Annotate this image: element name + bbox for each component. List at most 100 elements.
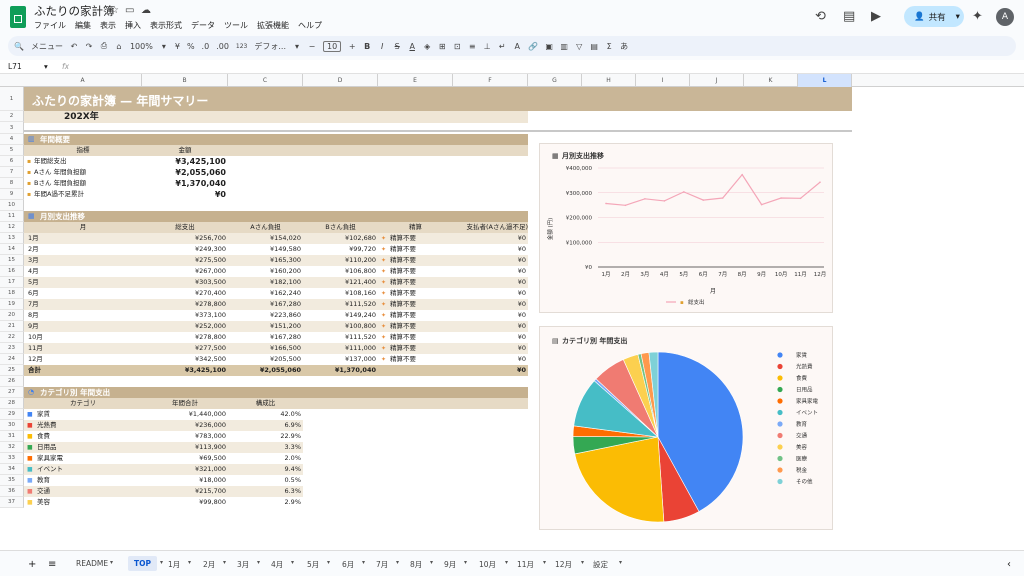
- zoom-select[interactable]: 100%: [130, 42, 153, 51]
- sheets-logo-icon[interactable]: [10, 6, 26, 28]
- sheet-tab[interactable]: 1月: [168, 559, 180, 570]
- chevron-down-icon[interactable]: ▾: [956, 12, 960, 22]
- row-header[interactable]: 33: [0, 453, 24, 464]
- pie-chart[interactable]: ▤ カテゴリ別 年間支出 家賃 光熱費 食費 日用品 家具家電 イベント 教育 交通 美容 医療 税金そ…: [539, 326, 833, 530]
- percent-button[interactable]: %: [187, 42, 195, 51]
- all-sheets-icon[interactable]: ≡: [48, 559, 56, 570]
- tab-chevron-icon[interactable]: ▾: [257, 559, 260, 566]
- menu-extensions[interactable]: 拡張機能: [257, 20, 289, 32]
- column-header[interactable]: E: [378, 74, 453, 87]
- tab-chevron-icon[interactable]: ▾: [362, 559, 365, 566]
- row-header[interactable]: 1: [0, 87, 24, 111]
- column-header[interactable]: I: [636, 74, 690, 87]
- column-header[interactable]: B: [142, 74, 228, 87]
- row-header[interactable]: 20: [0, 310, 24, 321]
- row-header[interactable]: 24: [0, 354, 24, 365]
- input-tools-icon[interactable]: あ: [620, 41, 628, 52]
- menu-insert[interactable]: 挿入: [125, 20, 141, 32]
- meet-icon[interactable]: ▶: [871, 9, 881, 24]
- add-sheet-icon[interactable]: +: [28, 559, 36, 570]
- row-header[interactable]: 17: [0, 277, 24, 288]
- row-header[interactable]: 15: [0, 255, 24, 266]
- tab-chevron-icon[interactable]: ▾: [188, 559, 191, 566]
- row-header[interactable]: 6: [0, 156, 24, 167]
- number-format-button[interactable]: 123: [236, 43, 247, 50]
- row-header[interactable]: 2: [0, 111, 24, 122]
- column-header[interactable]: G: [528, 74, 582, 87]
- tab-chevron-icon[interactable]: ▾: [464, 559, 467, 566]
- text-rotate-icon[interactable]: A: [513, 42, 521, 51]
- sheet-tab[interactable]: 10月: [479, 559, 496, 570]
- row-header[interactable]: 4: [0, 134, 24, 145]
- link-icon[interactable]: 🔗: [528, 42, 538, 51]
- print-icon[interactable]: ⎙: [100, 41, 108, 51]
- merge-cells-icon[interactable]: ⊡: [453, 42, 461, 51]
- fill-color-icon[interactable]: ◈: [423, 42, 431, 51]
- sheet-tab[interactable]: 8月: [410, 559, 422, 570]
- font-chevron-icon[interactable]: ▾: [293, 42, 301, 51]
- bold-icon[interactable]: B: [363, 42, 371, 51]
- share-button[interactable]: 👤 共有 ▾: [904, 6, 964, 27]
- decrease-decimal-button[interactable]: .0: [202, 42, 210, 51]
- menu-format[interactable]: 表示形式: [150, 20, 182, 32]
- sheet-tab[interactable]: 3月: [237, 559, 249, 570]
- name-box[interactable]: L71: [8, 62, 22, 71]
- row-header[interactable]: 26: [0, 376, 24, 387]
- column-header[interactable]: D: [303, 74, 378, 87]
- sheet-tab[interactable]: 設定: [593, 559, 608, 570]
- row-header[interactable]: 21: [0, 321, 24, 332]
- sheet-tab[interactable]: 2月: [203, 559, 215, 570]
- tab-chevron-icon[interactable]: ▾: [223, 559, 226, 566]
- explore-chevron-icon[interactable]: ‹: [1007, 559, 1011, 570]
- frozen-divider[interactable]: [24, 130, 852, 132]
- column-header[interactable]: F: [453, 74, 528, 87]
- row-header[interactable]: 18: [0, 288, 24, 299]
- row-header[interactable]: 22: [0, 332, 24, 343]
- filter-views-icon[interactable]: ▤: [590, 42, 598, 51]
- undo-icon[interactable]: ↶: [70, 42, 78, 51]
- increase-font-icon[interactable]: +: [348, 42, 356, 51]
- name-box-chevron-icon[interactable]: ▾: [44, 62, 48, 71]
- row-header[interactable]: 35: [0, 475, 24, 486]
- menu-file[interactable]: ファイル: [34, 20, 66, 32]
- row-header[interactable]: 29: [0, 409, 24, 420]
- functions-icon[interactable]: Σ: [605, 42, 613, 51]
- column-header[interactable]: C: [228, 74, 303, 87]
- sheet-tab[interactable]: 12月: [555, 559, 572, 570]
- row-header[interactable]: 25: [0, 365, 24, 376]
- font-select[interactable]: デフォ...: [254, 41, 286, 52]
- move-folder-icon[interactable]: ▭: [125, 5, 134, 16]
- column-header[interactable]: H: [582, 74, 636, 87]
- row-header[interactable]: 14: [0, 244, 24, 255]
- text-color-icon[interactable]: A: [408, 42, 416, 51]
- row-header[interactable]: 31: [0, 431, 24, 442]
- align-vertical-icon[interactable]: ⊥: [483, 42, 491, 51]
- gemini-icon[interactable]: ✦: [972, 9, 983, 24]
- row-header[interactable]: 13: [0, 233, 24, 244]
- row-header[interactable]: 32: [0, 442, 24, 453]
- align-horizontal-icon[interactable]: ≡: [468, 42, 476, 51]
- column-header[interactable]: L: [798, 74, 852, 87]
- row-header[interactable]: 28: [0, 398, 24, 409]
- row-header[interactable]: 3: [0, 122, 24, 134]
- menu-help[interactable]: ヘルプ: [298, 20, 322, 32]
- row-header[interactable]: 7: [0, 167, 24, 178]
- row-header[interactable]: 10: [0, 200, 24, 211]
- insert-comment-icon[interactable]: ▣: [545, 42, 553, 51]
- row-header[interactable]: 27: [0, 387, 24, 398]
- tab-chevron-icon[interactable]: ▾: [327, 559, 330, 566]
- column-header[interactable]: A: [24, 74, 142, 87]
- increase-decimal-button[interactable]: .00: [216, 42, 229, 51]
- row-header[interactable]: 37: [0, 497, 24, 508]
- row-header[interactable]: 34: [0, 464, 24, 475]
- row-header[interactable]: 30: [0, 420, 24, 431]
- strikethrough-icon[interactable]: S: [393, 42, 401, 51]
- row-header[interactable]: 11: [0, 211, 24, 222]
- sheet-tab[interactable]: 6月: [342, 559, 354, 570]
- sheet-tab[interactable]: README: [76, 559, 108, 568]
- row-header[interactable]: 36: [0, 486, 24, 497]
- zoom-chevron-icon[interactable]: ▾: [160, 42, 168, 51]
- row-header[interactable]: 12: [0, 222, 24, 233]
- sheet-tab[interactable]: 4月: [271, 559, 283, 570]
- tab-chevron-icon[interactable]: ▾: [505, 559, 508, 566]
